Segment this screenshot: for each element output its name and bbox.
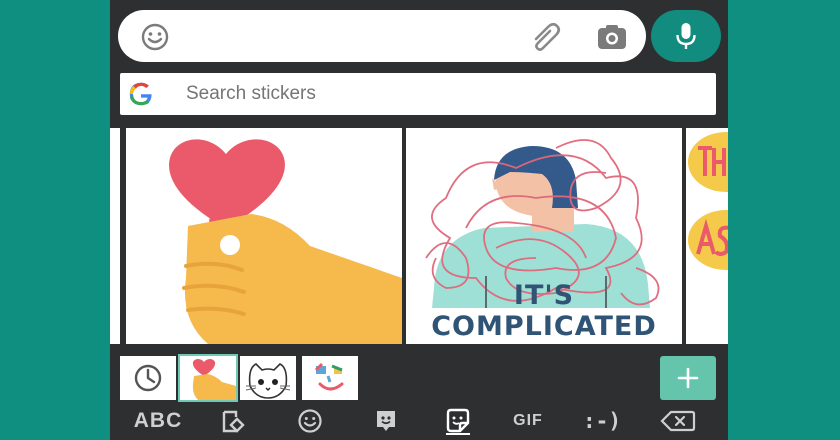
clock-icon	[134, 364, 162, 392]
bitmoji-icon	[377, 411, 395, 431]
heart-in-hand-sticker[interactable]	[126, 128, 402, 344]
sticker-partial-left[interactable]	[110, 128, 120, 344]
backspace-icon	[660, 410, 696, 432]
backspace-button[interactable]	[656, 404, 700, 438]
message-composer[interactable]	[118, 10, 646, 62]
shapes-icon	[222, 410, 245, 433]
tangled-thoughts-sticker[interactable]: IT'S COMPLICATED	[406, 128, 682, 344]
google-g-icon	[129, 82, 152, 106]
add-sticker-pack-button[interactable]	[660, 356, 716, 400]
smiley-icon	[298, 409, 322, 433]
search-input[interactable]	[186, 73, 686, 115]
keyboard-bottom-bar: ABC GIF:-)	[110, 402, 728, 440]
microphone-button[interactable]	[651, 10, 721, 62]
camera-icon[interactable]	[596, 22, 628, 52]
stickers-tab-button[interactable]	[438, 404, 478, 438]
face-pack-tab[interactable]	[302, 356, 358, 400]
bitmoji-button[interactable]	[366, 404, 406, 438]
emoji-tab-button[interactable]	[290, 404, 330, 438]
heart-hand-pack-tab[interactable]	[178, 354, 238, 402]
recent-stickers-tab[interactable]	[120, 356, 176, 400]
plus-icon	[677, 367, 699, 389]
sticker-search-bar[interactable]	[120, 73, 716, 115]
sticker-results: IT'S COMPLICATED	[110, 128, 728, 346]
clipboard-shapes-button[interactable]	[214, 404, 254, 438]
microphone-icon	[676, 23, 696, 49]
keyboard-panel: IT'S COMPLICATED	[110, 0, 728, 440]
emoticon-tab-button[interactable]: :-)	[580, 404, 624, 438]
emoji-icon[interactable]	[140, 22, 170, 52]
sticker-icon	[446, 408, 470, 435]
cat-pack-tab[interactable]	[240, 356, 296, 400]
sticker-caption: IT'S COMPLICATED	[431, 280, 657, 342]
paperclip-icon[interactable]	[530, 21, 564, 53]
sticker-partial-right[interactable]	[686, 128, 728, 344]
sticker-pack-tray	[110, 352, 728, 402]
gif-tab-button[interactable]: GIF	[508, 404, 548, 438]
abc-keyboard-button[interactable]: ABC	[130, 404, 186, 438]
